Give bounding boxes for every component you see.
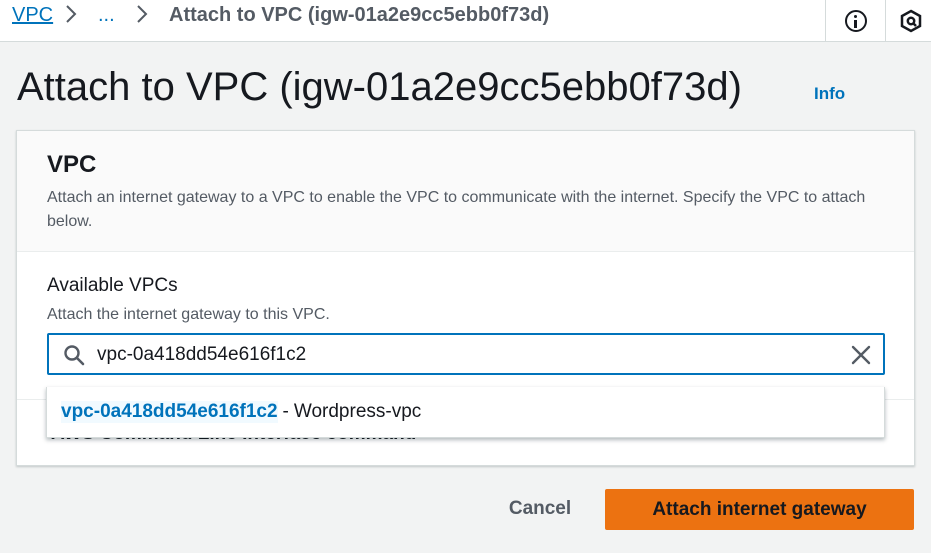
page-title: Attach to VPC (igw-01a2e9cc5ebb0f73d) (17, 65, 742, 109)
dropdown-option-vpc[interactable]: vpc-0a418dd54e616f1c2 - Wordpress-vpc (47, 391, 884, 433)
clear-icon[interactable] (849, 343, 873, 367)
settings-hexagon-icon (900, 9, 921, 33)
settings-button[interactable] (885, 0, 931, 42)
vpc-search-input[interactable] (97, 342, 817, 368)
panel-description: Attach an internet gateway to a VPC to e… (47, 189, 866, 230)
info-link[interactable]: Info (814, 84, 845, 104)
breadcrumb-vpc-link[interactable]: VPC (12, 4, 53, 26)
vpc-dropdown: vpc-0a418dd54e616f1c2 - Wordpress-vpc (46, 387, 885, 438)
available-vpcs-label: Available VPCs (47, 275, 178, 296)
option-vpc-id: vpc-0a418dd54e616f1c2 (61, 401, 278, 423)
search-icon (64, 345, 85, 366)
chevron-right-icon (135, 2, 149, 31)
available-vpcs-description: Attach the internet gateway to this VPC. (47, 306, 330, 323)
info-icon (844, 10, 867, 32)
panel-header: VPC Attach an internet gateway to a VPC … (17, 131, 914, 252)
cancel-button[interactable]: Cancel (490, 489, 590, 529)
option-vpc-name: Wordpress-vpc (293, 401, 422, 422)
breadcrumb-ellipsis[interactable]: ... (98, 4, 115, 26)
top-bar: VPC ... Attach to VPC (igw-01a2e9cc5ebb0… (0, 0, 931, 42)
panel-title: VPC (47, 151, 97, 178)
info-button[interactable] (825, 0, 885, 42)
attach-internet-gateway-button[interactable]: Attach internet gateway (605, 489, 914, 530)
chevron-right-icon (64, 2, 78, 31)
vpc-search-box[interactable] (47, 333, 885, 375)
breadcrumb-current: Attach to VPC (igw-01a2e9cc5ebb0f73d) (169, 4, 550, 26)
option-separator: - (282, 401, 289, 422)
